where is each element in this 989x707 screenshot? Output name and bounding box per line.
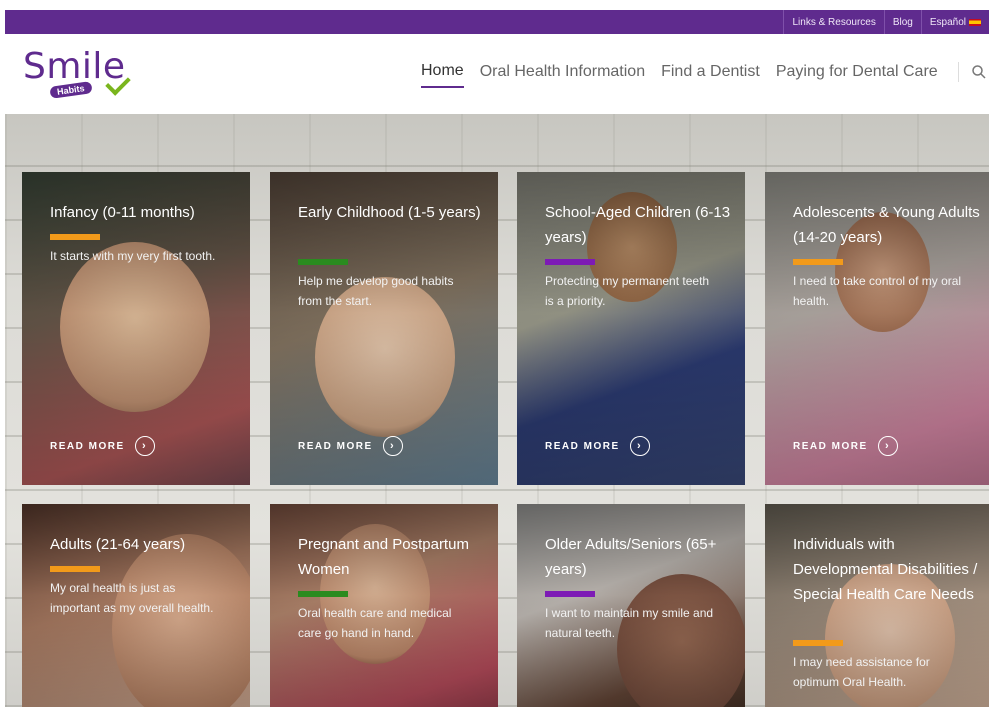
- card-title: Adolescents & Young Adults (14-20 years): [793, 204, 980, 246]
- site-header: Smile Habits Home Oral Health Informatio…: [5, 34, 989, 114]
- accent-bar: [545, 591, 595, 597]
- nav-divider: [957, 62, 959, 82]
- accent-bar: [793, 259, 843, 265]
- chevron-right-icon: ›: [382, 436, 403, 456]
- card-title: Older Adults/Seniors (65+ years): [545, 536, 717, 578]
- blog-link[interactable]: Blog: [883, 10, 921, 34]
- read-more-label: READ MORE: [793, 440, 868, 452]
- chevron-right-icon: ›: [877, 436, 898, 456]
- card-text: I need to take control of my oral health…: [793, 274, 962, 308]
- card-title: Adults (21-64 years): [50, 536, 186, 553]
- card-text: It starts with my very first tooth.: [50, 249, 216, 263]
- card-school-aged[interactable]: School-Aged Children (6-13 years) Protec…: [517, 172, 745, 485]
- card-title: School-Aged Children (6-13 years): [545, 204, 731, 246]
- card-adults[interactable]: Adults (21-64 years) My oral health is j…: [22, 504, 250, 707]
- accent-bar: [50, 566, 100, 572]
- chevron-right-icon: ›: [134, 436, 155, 456]
- read-more-link[interactable]: READ MORE ›: [793, 436, 898, 456]
- spain-flag-icon: [969, 18, 981, 26]
- search-icon[interactable]: [971, 64, 987, 80]
- nav-paying-for-dental-care[interactable]: Paying for Dental Care: [776, 63, 938, 87]
- read-more-label: READ MORE: [50, 440, 125, 452]
- main-nav: Home Oral Health Information Find a Dent…: [421, 62, 987, 88]
- card-early-childhood[interactable]: Early Childhood (1-5 years) Help me deve…: [270, 172, 498, 485]
- card-pregnant-postpartum[interactable]: Pregnant and Postpartum Women Oral healt…: [270, 504, 498, 707]
- card-text: My oral health is just as important as m…: [50, 581, 214, 615]
- utility-bar: Links & Resources Blog Español: [5, 10, 989, 34]
- espanol-link[interactable]: Español: [920, 10, 989, 34]
- accent-bar: [793, 640, 843, 646]
- espanol-label: Español: [929, 16, 966, 28]
- nav-find-a-dentist[interactable]: Find a Dentist: [661, 63, 760, 87]
- accent-bar: [298, 259, 348, 265]
- read-more-label: READ MORE: [298, 440, 373, 452]
- card-text: Oral health care and medical care go han…: [298, 606, 452, 640]
- read-more-link[interactable]: READ MORE ›: [298, 436, 403, 456]
- nav-home[interactable]: Home: [421, 62, 464, 88]
- read-more-link[interactable]: READ MORE ›: [545, 436, 650, 456]
- accent-bar: [545, 259, 595, 265]
- card-text: I want to maintain my smile and natural …: [545, 606, 714, 640]
- chevron-right-icon: ›: [629, 436, 650, 456]
- card-adolescents[interactable]: Adolescents & Young Adults (14-20 years)…: [765, 172, 989, 485]
- card-special-needs[interactable]: Individuals with Developmental Disabilit…: [765, 504, 989, 707]
- card-title: Individuals with Developmental Disabilit…: [793, 536, 978, 603]
- card-title: Early Childhood (1-5 years): [298, 204, 481, 221]
- card-older-adults[interactable]: Older Adults/Seniors (65+ years) I want …: [517, 504, 745, 707]
- card-title: Pregnant and Postpartum Women: [298, 536, 469, 578]
- read-more-label: READ MORE: [545, 440, 620, 452]
- card-text: Help me develop good habits from the sta…: [298, 274, 454, 308]
- accent-bar: [298, 591, 348, 597]
- utility-links: Links & Resources Blog Español: [783, 10, 989, 34]
- card-text: Protecting my permanent teeth is a prior…: [545, 274, 710, 308]
- links-resources-link[interactable]: Links & Resources: [783, 10, 883, 34]
- smile-habits-logo[interactable]: Smile Habits: [23, 46, 133, 108]
- nav-oral-health-information[interactable]: Oral Health Information: [480, 63, 645, 87]
- card-text: I may need assistance for optimum Oral H…: [793, 655, 930, 689]
- brick-wall-hero: Infancy (0-11 months) It starts with my …: [5, 114, 989, 707]
- read-more-link[interactable]: READ MORE ›: [50, 436, 155, 456]
- card-title: Infancy (0-11 months): [50, 204, 195, 221]
- card-infancy[interactable]: Infancy (0-11 months) It starts with my …: [22, 172, 250, 485]
- accent-bar: [50, 234, 100, 240]
